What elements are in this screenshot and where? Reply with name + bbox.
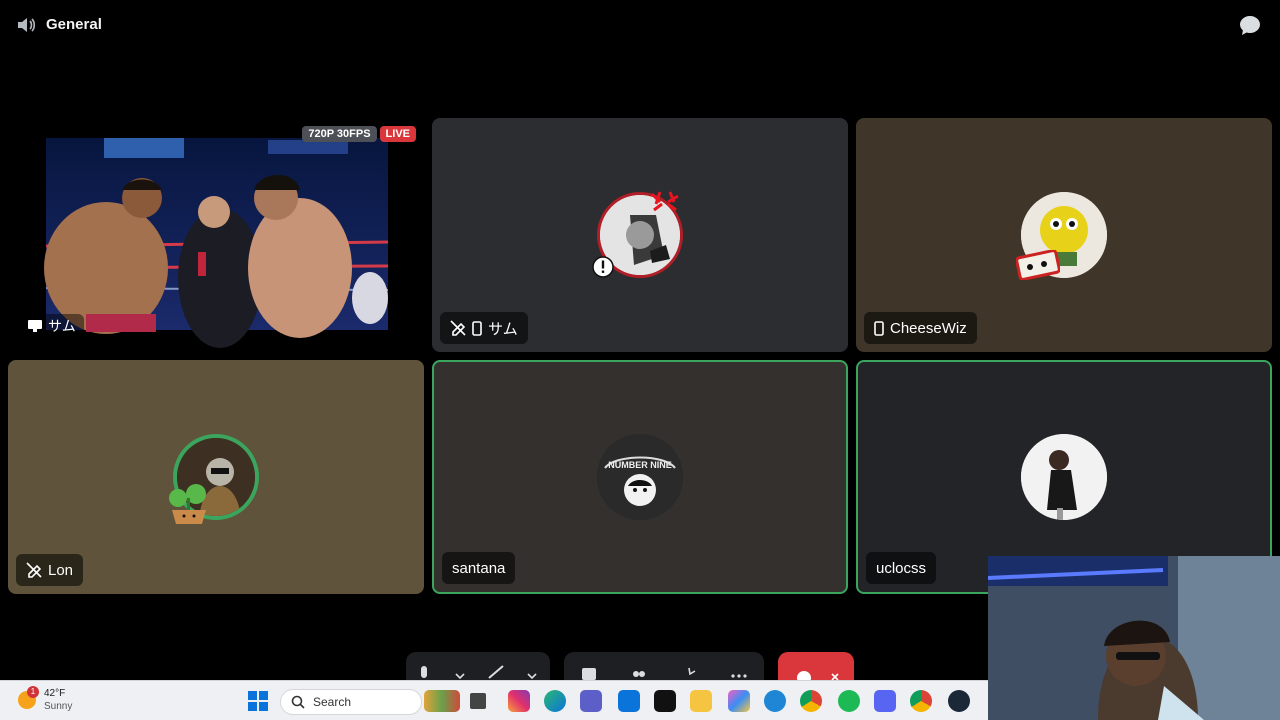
participant-tile[interactable]: CheeseWiz [856, 118, 1272, 352]
call-of-duty-icon[interactable] [654, 690, 676, 712]
share-screen-button[interactable] [580, 664, 598, 680]
stream-badges: 720P 30FPS LIVE [302, 126, 416, 142]
mobile-icon [472, 320, 482, 336]
weather-temperature: 42°F [44, 688, 66, 699]
nametag: santana [442, 552, 516, 584]
microphone-button[interactable] [415, 664, 433, 680]
warning-icon [592, 256, 614, 278]
camera-off-icon [450, 320, 466, 336]
resolution-badge: 720P 30FPS [302, 126, 377, 142]
plant-decoration [169, 484, 206, 524]
phone-hangup-icon [797, 671, 839, 685]
activities-button[interactable] [630, 664, 648, 680]
weather-text: 42°F Sunny [44, 687, 72, 713]
spotify-icon[interactable] [838, 690, 860, 712]
weather-widget[interactable]: 1 42°F Sunny [18, 686, 72, 713]
svg-text:NUMBER NINE: NUMBER NINE [608, 460, 672, 470]
nametag: サム [440, 312, 528, 344]
participant-name: サム [488, 320, 518, 338]
participant-tile[interactable]: Lon [8, 360, 424, 594]
chat-icon[interactable] [1238, 14, 1262, 36]
microsoft-store-icon[interactable] [618, 690, 640, 712]
webcam-overlay [988, 556, 1280, 720]
notification-badge: 1 [27, 686, 39, 698]
participant-name: uclocss [876, 559, 927, 577]
instagram-icon[interactable] [508, 690, 530, 712]
vscode-icon[interactable] [764, 690, 786, 712]
nametag: uclocss [866, 552, 937, 584]
cassette-decoration [1016, 250, 1060, 280]
discord-icon[interactable] [874, 690, 896, 712]
camera-off-icon [26, 562, 42, 578]
task-view-icon[interactable] [470, 693, 486, 709]
webcam-video [988, 556, 1280, 720]
chrome-icon[interactable] [800, 690, 822, 712]
screen-share-icon [28, 320, 42, 332]
mobile-icon [874, 320, 884, 336]
search-icon [291, 695, 305, 709]
participant-tile[interactable]: サム [432, 118, 848, 352]
participant-tile[interactable]: NUMBER NINE santana [432, 360, 848, 594]
teams-icon[interactable] [580, 690, 602, 712]
streamer-name: サム [48, 318, 76, 334]
anger-emoji-decoration [650, 191, 679, 212]
search-highlights-icon[interactable] [424, 690, 460, 712]
camera-button[interactable] [487, 664, 505, 680]
weather-condition: Sunny [44, 701, 73, 712]
more-options-icon[interactable] [730, 664, 748, 680]
nametag: Lon [16, 554, 84, 586]
stream-nametag: サム [20, 314, 84, 338]
channel-title: General [46, 16, 102, 33]
file-explorer-icon[interactable] [690, 690, 712, 712]
live-badge: LIVE [379, 126, 416, 142]
top-bar: General [0, 0, 1280, 50]
participant-name: Lon [48, 561, 74, 579]
sun-icon: 1 [18, 686, 39, 709]
chevron-down-icon[interactable] [523, 664, 541, 680]
search-label: Search [313, 695, 352, 709]
soundboard-button[interactable] [680, 664, 698, 680]
taskbar-search[interactable]: Search [280, 689, 422, 715]
participant-name: CheeseWiz [890, 319, 967, 337]
stream-tile[interactable]: 720P 30FPS LIVE サム [8, 118, 424, 352]
windows-start-button[interactable] [248, 691, 268, 711]
speaker-icon [18, 18, 36, 32]
copilot-icon[interactable] [728, 690, 750, 712]
chrome-profile-icon[interactable] [910, 690, 932, 712]
avatar: NUMBER NINE [597, 434, 683, 520]
avatar [1021, 434, 1107, 520]
participant-name: santana [452, 559, 506, 577]
edge-icon[interactable] [544, 690, 566, 712]
nametag: CheeseWiz [864, 312, 977, 344]
steam-icon[interactable] [948, 690, 970, 712]
chevron-down-icon[interactable] [451, 664, 469, 680]
